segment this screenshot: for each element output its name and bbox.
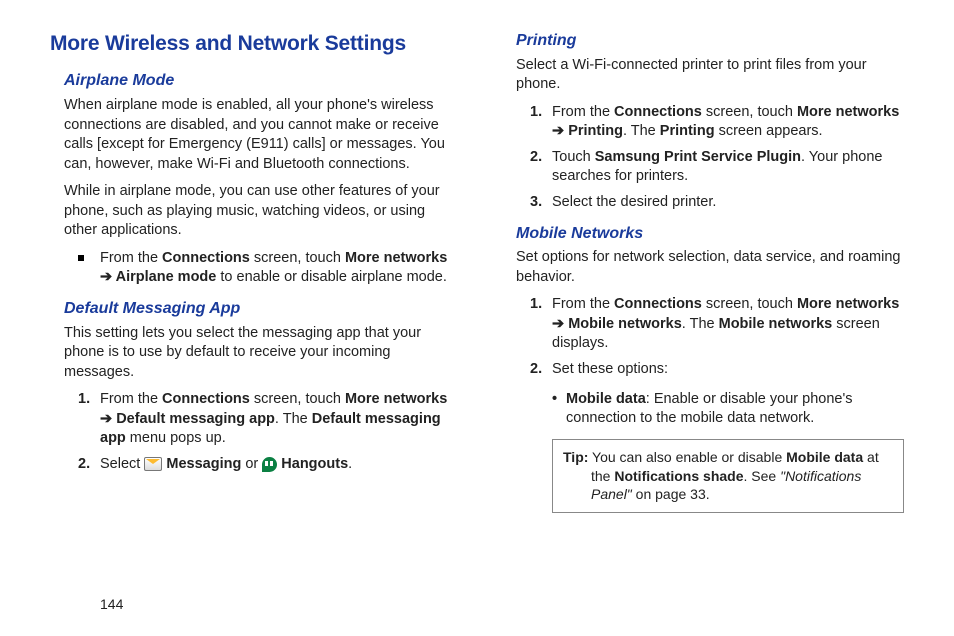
mobile-steps: 1. From the Connections screen, touch Mo… — [530, 295, 904, 379]
airplane-step-text: From the Connections screen, touch More … — [100, 249, 452, 288]
page-title: More Wireless and Network Settings — [50, 30, 452, 58]
tip-box: Tip: You can also enable or disable Mobi… — [552, 439, 904, 514]
heading-default-messaging: Default Messaging App — [64, 298, 452, 320]
print-step-2: 2. Touch Samsung Print Service Plugin. Y… — [530, 148, 904, 187]
msg-step-1: 1. From the Connections screen, touch Mo… — [78, 390, 452, 449]
left-column: More Wireless and Network Settings Airpl… — [50, 30, 452, 513]
mobile-option-mobile-data: • Mobile data: Enable or disable your ph… — [552, 390, 904, 429]
print-step-3: 3. Select the desired printer. — [530, 193, 904, 213]
msg-step-2: 2. Select Messaging or Hangouts. — [78, 455, 452, 475]
print-step-1: 1. From the Connections screen, touch Mo… — [530, 103, 904, 142]
square-bullet-icon — [78, 255, 84, 261]
print-p1: Select a Wi-Fi-connected printer to prin… — [516, 56, 904, 95]
mobile-step-2: 2. Set these options: — [530, 360, 904, 380]
airplane-p1: When airplane mode is enabled, all your … — [64, 96, 452, 174]
right-column: Printing Select a Wi-Fi-connected printe… — [502, 30, 904, 513]
airplane-p2: While in airplane mode, you can use othe… — [64, 182, 452, 241]
airplane-step: From the Connections screen, touch More … — [78, 249, 452, 288]
mobile-p1: Set options for network selection, data … — [516, 248, 904, 287]
messaging-icon — [144, 457, 162, 471]
heading-mobile-networks: Mobile Networks — [516, 223, 904, 245]
print-steps: 1. From the Connections screen, touch Mo… — [530, 103, 904, 213]
hangouts-icon — [262, 457, 277, 472]
heading-airplane-mode: Airplane Mode — [64, 70, 452, 92]
heading-printing: Printing — [516, 30, 904, 52]
page-number: 144 — [100, 595, 123, 614]
msg-steps: 1. From the Connections screen, touch Mo… — [78, 390, 452, 474]
mobile-step-1: 1. From the Connections screen, touch Mo… — [530, 295, 904, 354]
msg-p1: This setting lets you select the messagi… — [64, 324, 452, 383]
